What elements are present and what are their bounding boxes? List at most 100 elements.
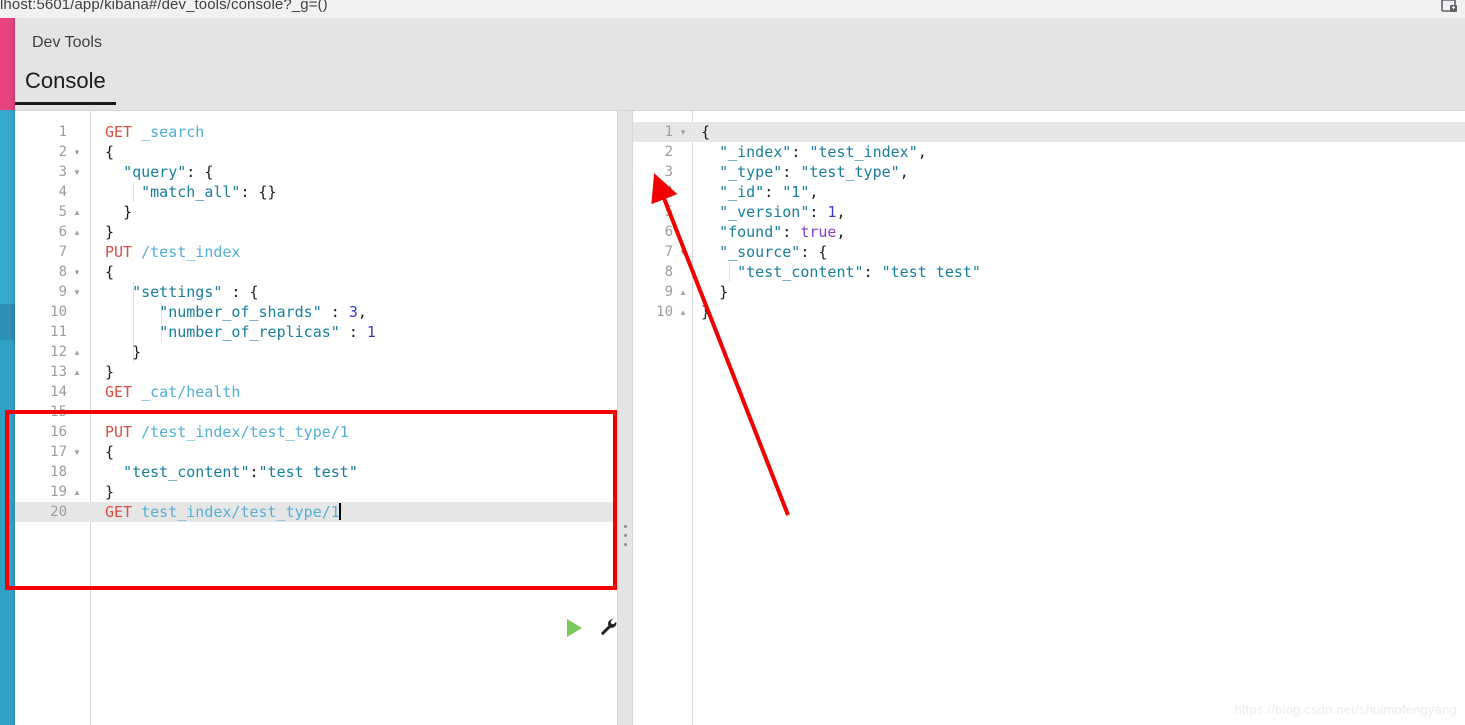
token-key: "settings" [132, 283, 223, 301]
code-line[interactable]: 8 "test_content": "test test" [633, 262, 1465, 282]
line-number: 18 [50, 464, 67, 480]
code-line[interactable]: 15 [15, 402, 617, 422]
code-line[interactable]: 2 "_index": "test_index", [633, 142, 1465, 162]
code-line[interactable]: 12 ▴ } [15, 342, 617, 362]
code-line[interactable]: 7 ▾ "_source": { [633, 242, 1465, 262]
token-method: PUT [105, 243, 133, 261]
token-key: "_source" [719, 243, 801, 261]
fold-close-icon[interactable]: ▴ [71, 482, 83, 502]
code-line[interactable]: 9 ▴ } [633, 282, 1465, 302]
wrench-icon[interactable] [599, 617, 617, 637]
fold-close-icon[interactable]: ▴ [677, 282, 689, 302]
token-num: 1 [366, 323, 376, 341]
line-number: 5 [58, 204, 67, 220]
response-viewer-pane[interactable]: 1 ▾{2 "_index": "test_index", 3 "_type": "… [633, 111, 1465, 725]
code-line[interactable]: 13 ▴} [15, 362, 617, 382]
code-text: "_version": 1, [701, 202, 845, 222]
line-number: 3 [58, 164, 67, 180]
run-controls [555, 614, 617, 640]
request-editor-pane[interactable]: 1 GET _search 2 ▾{3 ▾ "query": {4 "match_all… [15, 111, 617, 725]
line-number: 8 [664, 264, 673, 280]
play-icon[interactable] [567, 619, 582, 637]
fold-close-icon[interactable]: ▴ [677, 302, 689, 322]
line-number: 5 [664, 204, 673, 220]
token-key: "query" [123, 163, 187, 181]
browser-url-bar[interactable]: lhost:5601/app/kibana#/dev_tools/console… [0, 0, 1465, 19]
code-line[interactable]: 7 PUT /test_index [15, 242, 617, 262]
fold-open-icon[interactable]: ▾ [677, 242, 689, 262]
fold-open-icon[interactable]: ▾ [677, 122, 689, 142]
code-line[interactable]: 4 "_id": "1", [633, 182, 1465, 202]
token-key: "number_of_shards" [159, 303, 322, 321]
code-line[interactable]: 6 "found": true, [633, 222, 1465, 242]
code-text: { [105, 442, 114, 462]
code-line[interactable]: 19 ▴} [15, 482, 617, 502]
line-number: 3 [664, 164, 673, 180]
fold-open-icon[interactable]: ▾ [71, 282, 83, 302]
fold-open-icon[interactable]: ▾ [71, 262, 83, 282]
fold-close-icon[interactable]: ▴ [71, 202, 83, 222]
code-text: "number_of_replicas" : 1 [105, 322, 376, 342]
code-line[interactable]: 5 "_version": 1, [633, 202, 1465, 222]
tab-console[interactable]: Console [15, 66, 116, 105]
splitter-grip-icon[interactable] [624, 525, 627, 546]
token-string: "1" [782, 183, 810, 201]
code-line[interactable]: 10 "number_of_shards" : 3, [15, 302, 617, 322]
code-line[interactable]: 9 ▾ "settings" : { [15, 282, 617, 302]
token-punct: : [321, 303, 349, 321]
code-line[interactable]: 2 ▾ { [15, 142, 617, 162]
extension-icon[interactable] [1439, 0, 1459, 16]
token-key: "_index" [719, 143, 792, 161]
code-line[interactable]: 16 PUT /test_index/test_type/1 [15, 422, 617, 442]
code-line[interactable]: 14 GET _cat/health [15, 382, 617, 402]
code-line[interactable]: 1 ▾ { [633, 122, 1465, 142]
code-line[interactable]: 1 GET _search [15, 122, 617, 142]
code-text: "number_of_shards" : 3, [105, 302, 367, 322]
code-line[interactable]: 11 "number_of_replicas" : 1 [15, 322, 617, 342]
token-punct: } [132, 343, 142, 361]
fold-open-icon[interactable]: ▾ [71, 442, 83, 462]
code-text: "_source": { [701, 242, 827, 262]
token-punct: : [249, 463, 259, 481]
kibana-dev-tools-console-screenshot: lhost:5601/app/kibana#/dev_tools/console… [0, 0, 1465, 725]
line-number: 13 [50, 364, 67, 380]
token-punct: : [791, 143, 810, 161]
token-punct: , [357, 303, 367, 321]
code-text: GET _search [105, 122, 204, 142]
token-punct: : {} [240, 183, 277, 201]
code-line[interactable]: 5 ▴ } [15, 202, 617, 222]
code-line[interactable]: 3 ▾ "query": { [15, 162, 617, 182]
token-method: PUT [105, 423, 133, 441]
code-line[interactable]: 18 "test_content":"test test" [15, 462, 617, 482]
page-title: Dev Tools [32, 34, 102, 51]
code-line[interactable]: 17 ▾ { [15, 442, 617, 462]
code-text: } [105, 342, 141, 362]
line-number: 16 [50, 424, 67, 440]
token-punct: } [105, 483, 115, 501]
code-line[interactable]: 20 GET test_index/test_type/1 [15, 502, 617, 522]
token-key: "test_content" [123, 463, 250, 481]
fold-close-icon[interactable]: ▴ [71, 342, 83, 362]
line-number: 14 [50, 384, 67, 400]
code-line[interactable]: 6 ▴} [15, 222, 617, 242]
fold-close-icon[interactable]: ▴ [71, 362, 83, 382]
token-punct: : { [800, 243, 828, 261]
token-url: /test_index/test_type/1 [141, 423, 349, 441]
code-text: } [105, 482, 114, 502]
fold-open-icon[interactable]: ▾ [71, 142, 83, 162]
pane-splitter[interactable] [617, 111, 633, 725]
code-text: "settings" : { [105, 282, 258, 302]
fold-close-icon[interactable]: ▴ [71, 222, 83, 242]
fold-open-icon[interactable]: ▾ [71, 162, 83, 182]
code-line[interactable]: 8 ▾ { [15, 262, 617, 282]
code-line[interactable]: 10 ▴} [633, 302, 1465, 322]
code-line[interactable]: 3 "_type": "test_type", [633, 162, 1465, 182]
code-line[interactable]: 4 "match_all": {} [15, 182, 617, 202]
